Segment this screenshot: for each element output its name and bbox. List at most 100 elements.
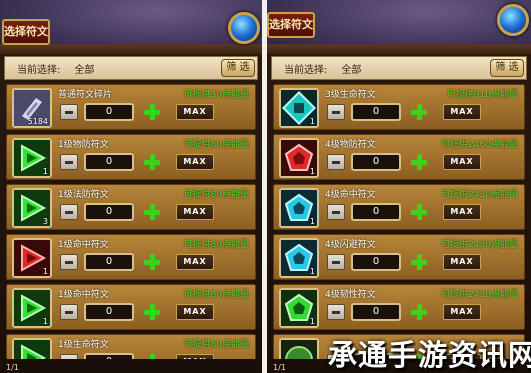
filter-button[interactable]: 筛 选 (221, 59, 255, 77)
quantity-stepper: 0 MAX (60, 252, 214, 272)
minus-button[interactable] (327, 154, 345, 170)
quantity-field[interactable]: 0 (84, 303, 134, 321)
item-name: 1级法防符文 (58, 190, 109, 200)
page-indicator: 1/1 (6, 363, 19, 372)
plus-button[interactable] (144, 154, 160, 170)
energy-text: 可提供2430点能量 (441, 240, 518, 250)
quantity-field[interactable]: 0 (84, 203, 134, 221)
list-item[interactable]: 1 4级物防符文 可提供2460点能量 0 MAX (273, 134, 525, 180)
max-button[interactable]: MAX (176, 104, 214, 120)
list-item[interactable]: 1 3级生命符文 可提供910点能量 0 MAX (273, 84, 525, 130)
filter-value: 全部 (74, 64, 95, 76)
list-item[interactable]: 1 1级命中符文 可提供80点能量 0 MAX (6, 284, 256, 330)
cyan-pentagon-rune-icon[interactable]: 1 (279, 238, 319, 278)
item-count: 1 (309, 167, 315, 176)
quantity-field[interactable]: 0 (351, 103, 401, 121)
quantity-field[interactable]: 0 (84, 153, 134, 171)
teal-square-rune-icon[interactable]: 1 (279, 88, 319, 128)
green-triangle-rune-icon[interactable]: 3 (12, 188, 52, 228)
filter-bar: 当前选择: 全部 筛 选 (271, 56, 527, 80)
quantity-field[interactable]: 0 (84, 103, 134, 121)
quantity-stepper: 0 MAX (327, 252, 481, 272)
minus-button[interactable] (327, 304, 345, 320)
orb-button[interactable] (228, 12, 260, 44)
quantity-field[interactable]: 0 (351, 303, 401, 321)
plus-button[interactable] (144, 254, 160, 270)
orb-button[interactable] (497, 4, 529, 36)
max-button[interactable]: MAX (176, 254, 214, 270)
energy-text: 可提供80点能量 (183, 240, 249, 250)
minus-button[interactable] (327, 254, 345, 270)
max-button[interactable]: MAX (443, 104, 481, 120)
list-item[interactable]: 1 4级命中符文 可提供2430点能量 0 MAX (273, 184, 525, 230)
quantity-field[interactable]: 0 (84, 253, 134, 271)
minus-button[interactable] (327, 104, 345, 120)
item-name: 3级生命符文 (325, 90, 376, 100)
item-name: 4级命中符文 (325, 190, 376, 200)
page-indicator: 1/1 (273, 363, 286, 372)
plus-button[interactable] (144, 204, 160, 220)
item-count: 5184 (27, 117, 48, 126)
energy-text: 可提供2460点能量 (441, 140, 518, 150)
minus-button[interactable] (60, 254, 78, 270)
green-triangle-rune-icon[interactable]: 1 (12, 288, 52, 328)
item-count: 1 (309, 117, 315, 126)
energy-text: 可提供80点能量 (183, 140, 249, 150)
plus-button[interactable] (144, 104, 160, 120)
quantity-field[interactable]: 0 (351, 253, 401, 271)
energy-text: 可提供80点能量 (183, 290, 249, 300)
filter-label: 当前选择: (17, 64, 61, 76)
quantity-stepper: 0 MAX (327, 302, 481, 322)
item-name: 4级物防符文 (325, 140, 376, 150)
plus-button[interactable] (411, 104, 427, 120)
max-button[interactable]: MAX (176, 204, 214, 220)
filter-value: 全部 (341, 64, 362, 76)
quantity-stepper: 0 MAX (60, 152, 214, 172)
max-button[interactable]: MAX (443, 204, 481, 220)
item-name: 1级生命符文 (58, 340, 109, 350)
quantity-stepper: 0 MAX (60, 202, 214, 222)
plus-button[interactable] (411, 204, 427, 220)
minus-button[interactable] (60, 304, 78, 320)
filter-bar: 当前选择: 全部 筛 选 (4, 56, 258, 80)
filter-button[interactable]: 筛 选 (490, 59, 524, 77)
minus-button[interactable] (60, 154, 78, 170)
item-name: 4级韧性符文 (325, 290, 376, 300)
max-button[interactable]: MAX (443, 254, 481, 270)
plus-button[interactable] (411, 154, 427, 170)
item-count: 1 (42, 167, 48, 176)
max-button[interactable]: MAX (176, 154, 214, 170)
quantity-stepper: 0 MAX (327, 102, 481, 122)
energy-text: 可提供80点能量 (183, 340, 249, 350)
watermark: 承通手游资讯网 (322, 326, 531, 373)
max-button[interactable]: MAX (443, 304, 481, 320)
quantity-field[interactable]: 0 (351, 203, 401, 221)
shard-icon[interactable]: 5184 (12, 88, 52, 128)
page-title: 选择符文 (2, 19, 50, 45)
green-pentagon-rune-icon[interactable]: 1 (279, 288, 319, 328)
list-item[interactable]: 3 1级法防符文 可提供80点能量 0 MAX (6, 184, 256, 230)
filter-label: 当前选择: (284, 64, 328, 76)
cyan-pentagon-rune-icon[interactable]: 1 (279, 188, 319, 228)
red-triangle-rune-icon[interactable]: 1 (12, 238, 52, 278)
list-item[interactable]: 1 4级韧性符文 可提供2430点能量 0 MAX (273, 284, 525, 330)
green-triangle-rune-icon[interactable]: 1 (12, 138, 52, 178)
minus-button[interactable] (60, 104, 78, 120)
minus-button[interactable] (327, 204, 345, 220)
item-count: 1 (309, 267, 315, 276)
max-button[interactable]: MAX (443, 154, 481, 170)
list-item[interactable]: 1 1级命中符文 可提供80点能量 0 MAX (6, 234, 256, 280)
plus-button[interactable] (411, 254, 427, 270)
list-item[interactable]: 5184 普通符文碎片 可提供30点能量 0 MAX (6, 84, 256, 130)
item-name: 1级命中符文 (58, 290, 109, 300)
max-button[interactable]: MAX (176, 304, 214, 320)
red-pentagon-rune-icon[interactable]: 1 (279, 138, 319, 178)
item-count: 1 (42, 267, 48, 276)
plus-button[interactable] (144, 304, 160, 320)
list-item[interactable]: 1 4级闪避符文 可提供2430点能量 0 MAX (273, 234, 525, 280)
plus-button[interactable] (411, 304, 427, 320)
quantity-field[interactable]: 0 (351, 153, 401, 171)
list-item[interactable]: 1 1级物防符文 可提供80点能量 0 MAX (6, 134, 256, 180)
minus-button[interactable] (60, 204, 78, 220)
quantity-stepper: 0 MAX (327, 202, 481, 222)
